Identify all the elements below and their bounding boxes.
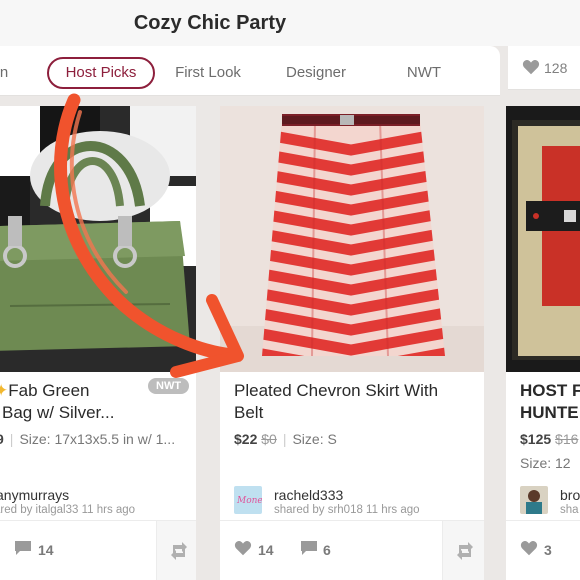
price-line: $22 $0 | Size: S (234, 431, 337, 447)
share-icon (171, 542, 187, 560)
tab-bar: n Host Picks First Look Designer NWT (0, 46, 500, 96)
seller-username[interactable]: bro (560, 487, 580, 503)
tab-first-look[interactable]: First Look (166, 57, 250, 89)
card-footer: 14 6 (220, 520, 484, 580)
app-screen: Cozy Chic Party n Host Picks First Look … (0, 0, 580, 580)
comment-count: 6 (323, 542, 331, 558)
comment-icon[interactable] (14, 540, 32, 556)
sparkle-icon: ✦ (0, 381, 9, 400)
tab-host-picks[interactable]: Host Picks (47, 57, 155, 89)
size: Size: S (292, 431, 337, 447)
page-title: Cozy Chic Party (133, 12, 287, 34)
price-line: $125 $16 (520, 431, 578, 447)
price: $125 (520, 431, 552, 447)
listing-title[interactable]: ✦Fab Green Bag w/ Silver... (0, 380, 114, 424)
seller-username[interactable]: racheld333 (274, 487, 343, 503)
comment-icon[interactable] (300, 540, 318, 556)
share-button[interactable] (442, 521, 484, 580)
heart-icon[interactable] (520, 540, 538, 556)
price: $22 (234, 431, 258, 447)
price-line: 9|Size: 17x13x5.5 in w/ 1... (0, 431, 176, 447)
avatar[interactable] (520, 486, 548, 514)
svg-text:Money: Money (236, 496, 262, 506)
comment-count: 14 (38, 542, 54, 558)
listing-image-chevron-skirt[interactable] (220, 106, 484, 372)
like-count: 3 (544, 542, 552, 558)
tab-nwt[interactable]: NWT (396, 57, 452, 89)
card-footer: 14 (0, 520, 196, 580)
like-count: 14 (258, 542, 274, 558)
card-footer: 3 (506, 520, 580, 580)
shared-by-text: shared by srh018 11 hrs ago (274, 504, 420, 516)
shared-by-text: sha (560, 504, 579, 516)
listing-card-host-hunter[interactable]: HOST F HUNTE $125 $16 Size: 12 bro sha 3 (506, 106, 580, 580)
share-icon (457, 542, 473, 560)
tab-partial[interactable]: n (0, 57, 14, 89)
listing-image-green-bag[interactable] (0, 106, 196, 372)
original-price: $16 (555, 431, 579, 447)
size: Size: 12 (520, 455, 571, 471)
avatar[interactable]: Money (234, 486, 262, 514)
header-bar: Cozy Chic Party (0, 0, 580, 46)
original-price: $0 (261, 431, 277, 447)
listing-card-green-bag[interactable]: NWT ✦Fab Green Bag w/ Silver... 9|Size: … (0, 106, 196, 580)
listing-image-hunter[interactable] (506, 106, 580, 372)
like-counter[interactable]: 128 (508, 46, 580, 90)
listing-title[interactable]: Pleated Chevron Skirt With Belt (234, 380, 438, 424)
nwt-badge: NWT (148, 378, 190, 394)
shared-by-text: ared by italgal33 11 hrs ago (0, 504, 136, 516)
tab-designer[interactable]: Designer (276, 57, 356, 89)
share-button[interactable] (156, 521, 196, 580)
listing-title[interactable]: HOST F HUNTE (520, 380, 580, 424)
heart-icon[interactable] (234, 540, 252, 556)
listing-card-chevron-skirt[interactable]: Pleated Chevron Skirt With Belt $22 $0 | S… (220, 106, 484, 580)
seller-username[interactable]: anymurrays (0, 487, 69, 503)
like-count: 128 (544, 60, 568, 76)
heart-icon (522, 60, 540, 75)
